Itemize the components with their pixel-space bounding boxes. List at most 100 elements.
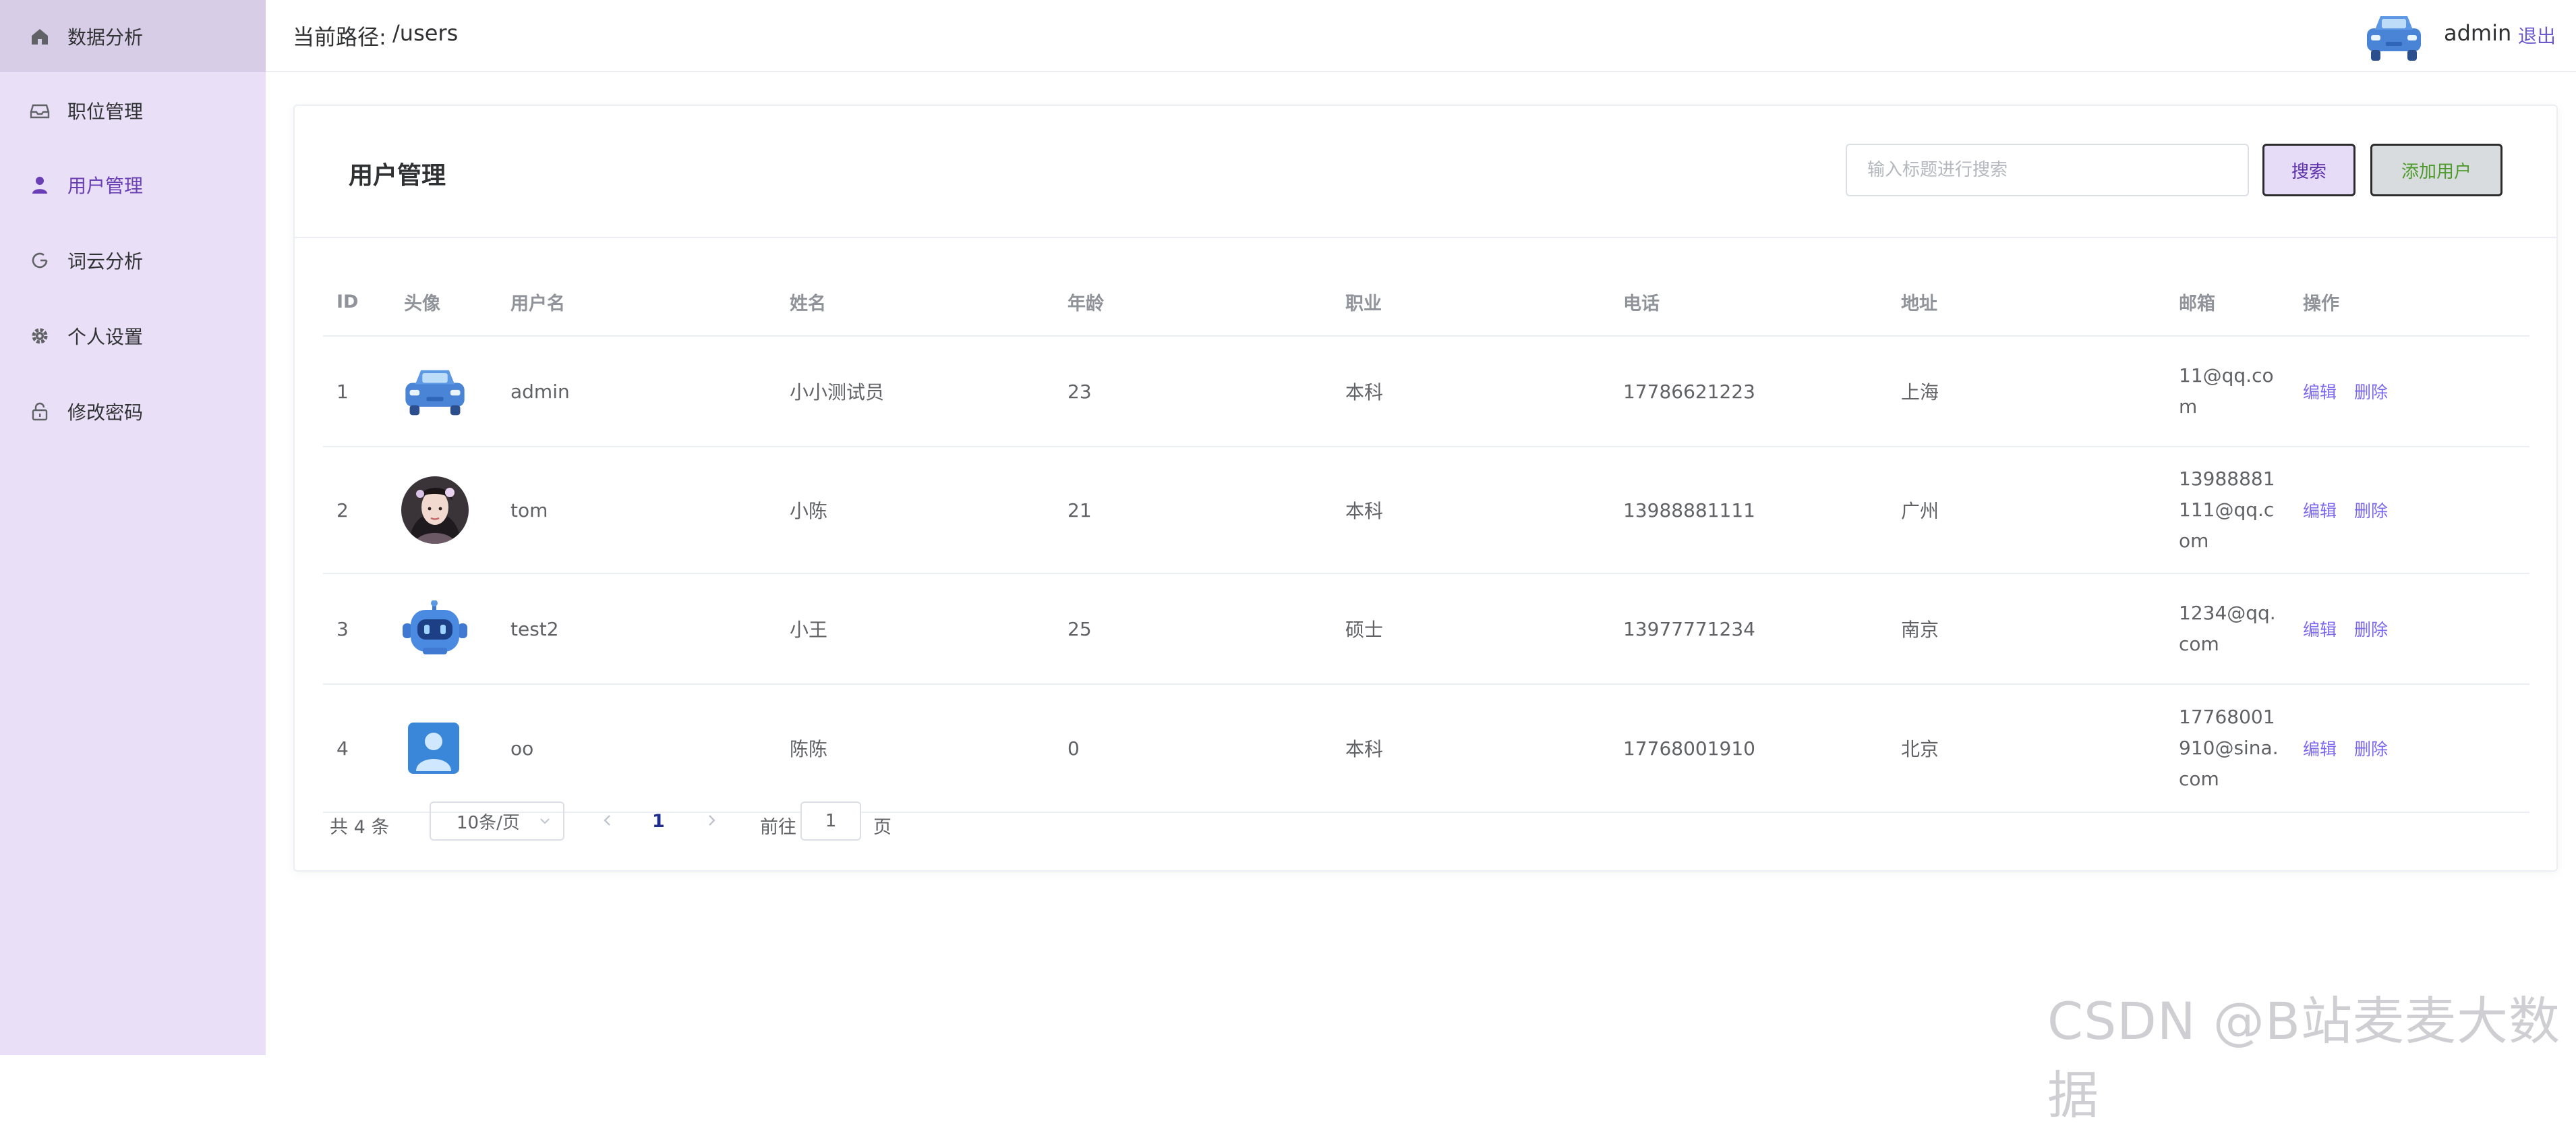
page-number-current[interactable]: 1 [652, 811, 665, 832]
delete-button[interactable]: 删除 [2354, 736, 2388, 760]
delete-button[interactable]: 删除 [2354, 498, 2388, 522]
car-avatar [400, 337, 470, 446]
page-size-select[interactable]: 10条/页 [430, 801, 564, 841]
top-header: 当前路径: /users admin 退出 [266, 0, 2576, 72]
lock-icon [28, 400, 51, 423]
edit-button[interactable]: 编辑 [2303, 498, 2337, 522]
sidebar-item-label: 用户管理 [67, 174, 144, 197]
cell-job: 硕士 [1345, 619, 1384, 641]
edit-button[interactable]: 编辑 [2303, 617, 2337, 641]
table-row: 1 admin 小小测试员 23 本科 17786621223 上海 11@qq… [323, 337, 2529, 447]
refresh-icon [28, 249, 51, 272]
cell-username: oo [510, 737, 534, 760]
sidebar-item-label: 个人设置 [67, 325, 144, 348]
edit-button[interactable]: 编辑 [2303, 736, 2337, 760]
cell-username: admin [510, 380, 570, 403]
column-header-address: 地址 [1901, 293, 1937, 314]
column-header-name: 姓名 [790, 293, 826, 314]
chevron-down-icon [540, 818, 550, 824]
column-header-id: ID [336, 291, 359, 312]
cell-phone: 17768001910 [1623, 737, 1755, 760]
cell-id: 2 [336, 499, 349, 521]
cell-actions: 编辑 删除 [2303, 685, 2405, 812]
delete-button[interactable]: 删除 [2354, 379, 2388, 403]
sidebar: 数据分析 职位管理 用户管理 词云分析 个人设置 修改密码 [0, 0, 266, 1055]
cell-name: 小陈 [790, 500, 828, 522]
column-header-age: 年龄 [1067, 293, 1104, 314]
sidebar-item-user-management[interactable]: 用户管理 [0, 148, 266, 221]
column-header-phone: 电话 [1623, 293, 1660, 314]
cell-email: 13988881111@qq.com [2179, 468, 2275, 552]
cell-phone: 13988881111 [1623, 499, 1755, 521]
sidebar-item-label: 修改密码 [67, 401, 144, 424]
sidebar-item-label: 职位管理 [67, 100, 144, 123]
cell-age: 21 [1067, 499, 1092, 521]
delete-button[interactable]: 删除 [2354, 617, 2388, 641]
user-avatar[interactable] [2362, 11, 2426, 63]
cell-job: 本科 [1345, 381, 1384, 403]
cell-address: 上海 [1901, 381, 1939, 403]
chevron-right-icon[interactable] [701, 810, 722, 831]
table-row: 2 tom 小陈 21 本科 13988881111 广州 1398888111… [323, 447, 2529, 574]
home-icon [28, 25, 51, 48]
cell-name: 小小测试员 [790, 381, 885, 403]
column-header-avatar: 头像 [404, 293, 440, 314]
person-avatar [407, 685, 461, 812]
cell-actions: 编辑 删除 [2303, 574, 2405, 683]
cell-id: 3 [336, 617, 349, 640]
user-management-card: 用户管理 搜索 添加用户 ID 头像 用户名 姓名 年龄 职业 电话 地址 邮箱… [293, 105, 2558, 872]
column-header-username: 用户名 [510, 293, 565, 314]
table-row: 3 test2 小王 25 硕士 13977771234 南京 1234@qq.… [323, 574, 2529, 685]
search-input[interactable] [1846, 144, 2249, 196]
cell-email: 17768001910@sina.com [2179, 706, 2279, 790]
page-title: 用户管理 [349, 162, 446, 190]
cell-job: 本科 [1345, 738, 1384, 760]
card-header: 用户管理 搜索 添加用户 [295, 106, 2556, 238]
add-user-button[interactable]: 添加用户 [2370, 144, 2502, 196]
cell-age: 23 [1067, 380, 1092, 403]
page-size-value: 10条/页 [457, 812, 520, 833]
column-header-email: 邮箱 [2179, 293, 2215, 314]
chevron-left-icon[interactable] [597, 810, 618, 831]
sidebar-item-label: 数据分析 [67, 26, 144, 49]
sidebar-item-personal-settings[interactable]: 个人设置 [0, 300, 266, 372]
pagination-total: 共 4 条 [330, 817, 390, 838]
photo-avatar [400, 447, 470, 573]
sidebar-item-data-analysis[interactable]: 数据分析 [0, 0, 266, 72]
sidebar-item-label: 词云分析 [67, 250, 144, 273]
breadcrumb-path: /users [392, 20, 459, 46]
cell-id: 4 [336, 737, 349, 760]
robot-avatar [400, 574, 470, 683]
cell-age: 0 [1067, 737, 1080, 760]
sidebar-item-wordcloud[interactable]: 词云分析 [0, 224, 266, 296]
sidebar-item-change-password[interactable]: 修改密码 [0, 375, 266, 447]
cell-address: 广州 [1901, 500, 1939, 522]
cell-username: tom [510, 499, 548, 521]
cell-age: 25 [1067, 617, 1092, 640]
cell-actions: 编辑 删除 [2303, 337, 2405, 446]
cell-id: 1 [336, 380, 349, 403]
cell-phone: 13977771234 [1623, 617, 1755, 640]
cell-email: 1234@qq.com [2179, 602, 2276, 655]
table-row: 4 oo 陈陈 0 本科 17768001910 北京 17768001910@… [323, 685, 2529, 813]
cell-name: 小王 [790, 619, 828, 641]
cell-address: 南京 [1901, 619, 1939, 641]
user-icon [28, 173, 51, 196]
inbox-icon [28, 99, 51, 122]
sidebar-item-job-management[interactable]: 职位管理 [0, 74, 266, 146]
goto-page-input[interactable] [800, 801, 861, 841]
edit-button[interactable]: 编辑 [2303, 379, 2337, 403]
cell-username: test2 [510, 617, 559, 640]
cell-phone: 17786621223 [1623, 380, 1755, 403]
breadcrumb-prefix: 当前路径: [293, 24, 386, 50]
column-header-actions: 操作 [2303, 293, 2339, 314]
search-button[interactable]: 搜索 [2262, 144, 2355, 196]
pagination-page-suffix: 页 [873, 817, 891, 838]
cell-email: 11@qq.com [2179, 364, 2274, 418]
logout-link[interactable]: 退出 [2518, 22, 2556, 49]
gear-icon [28, 325, 51, 347]
watermark-text: CSDN @B站麦麦大数据 [2047, 991, 2560, 1125]
header-username: admin [2444, 20, 2512, 46]
pagination: 共 4 条 10条/页 1 前往 页 [322, 801, 2528, 849]
cell-address: 北京 [1901, 738, 1939, 760]
